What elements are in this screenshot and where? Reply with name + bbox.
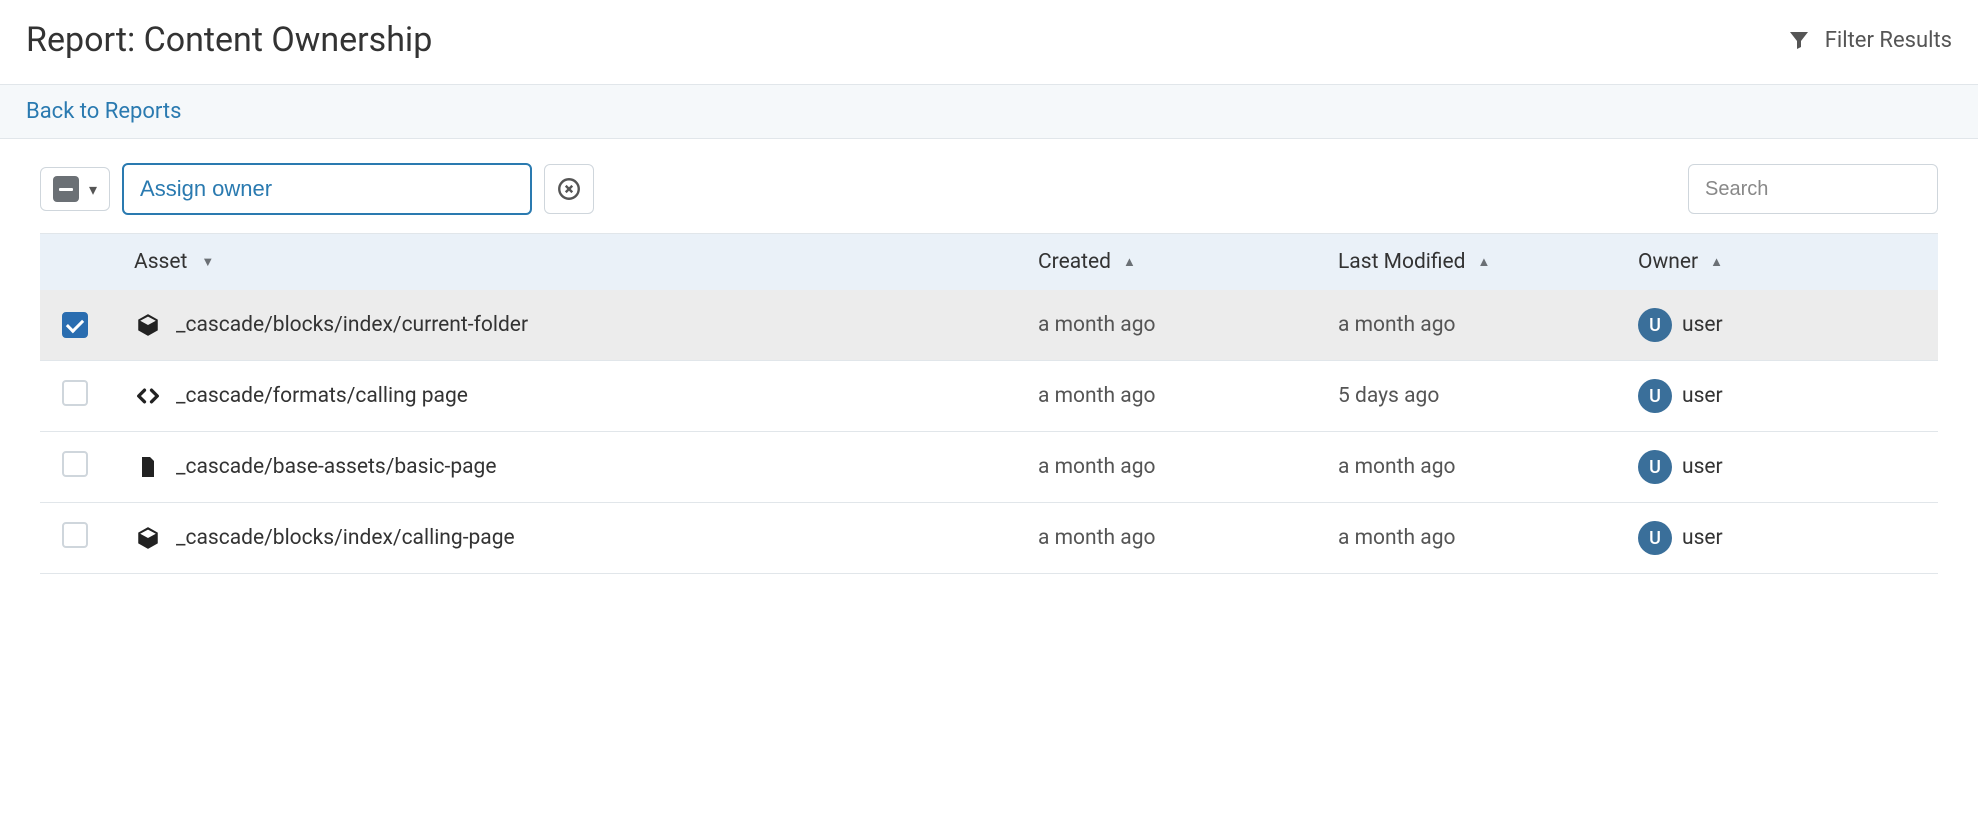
filter-results-button[interactable]: Filter Results: [1787, 28, 1952, 53]
row-checkbox[interactable]: [62, 380, 88, 406]
block-icon: [134, 524, 162, 552]
avatar: U: [1638, 379, 1672, 413]
row-checkbox[interactable]: [62, 312, 88, 338]
column-owner[interactable]: Owner ▲: [1638, 250, 1938, 274]
indeterminate-checkbox-icon: [53, 176, 79, 202]
table-row[interactable]: _cascade/base-assets/basic-page a month a…: [40, 432, 1938, 503]
owner-cell[interactable]: Uuser: [1638, 450, 1938, 484]
created-cell: a month ago: [1038, 313, 1338, 337]
table-row[interactable]: _cascade/blocks/index/current-folder a mo…: [40, 290, 1938, 361]
table-header: Asset ▼ Created ▲ Last Modified ▲ Owner …: [40, 234, 1938, 290]
row-checkbox[interactable]: [62, 451, 88, 477]
content-table: Asset ▼ Created ▲ Last Modified ▲ Owner …: [40, 233, 1938, 574]
owner-name: user: [1682, 313, 1723, 337]
avatar: U: [1638, 521, 1672, 555]
select-all-toggle[interactable]: ▾: [40, 167, 110, 211]
modified-cell: 5 days ago: [1338, 384, 1638, 408]
page-title: Report: Content Ownership: [26, 20, 432, 60]
asset-path[interactable]: _cascade/formats/calling page: [176, 384, 468, 408]
modified-cell: a month ago: [1338, 313, 1638, 337]
page-icon: [134, 453, 162, 481]
assign-owner-input[interactable]: [122, 163, 532, 215]
column-owner-label: Owner: [1638, 250, 1698, 274]
owner-name: user: [1682, 455, 1723, 479]
owner-cell[interactable]: Uuser: [1638, 308, 1938, 342]
modified-cell: a month ago: [1338, 526, 1638, 550]
column-asset[interactable]: Asset ▼: [120, 250, 1038, 274]
avatar: U: [1638, 450, 1672, 484]
breadcrumb: Back to Reports: [0, 84, 1978, 139]
clear-button[interactable]: [544, 164, 594, 214]
sort-asc-icon: ▲: [1710, 254, 1723, 270]
filter-results-label: Filter Results: [1825, 28, 1952, 53]
table-row[interactable]: _cascade/formats/calling page a month ago…: [40, 361, 1938, 432]
column-modified[interactable]: Last Modified ▲: [1338, 250, 1638, 274]
created-cell: a month ago: [1038, 526, 1338, 550]
asset-path[interactable]: _cascade/base-assets/basic-page: [176, 455, 497, 479]
created-cell: a month ago: [1038, 455, 1338, 479]
column-created[interactable]: Created ▲: [1038, 250, 1338, 274]
sort-asc-icon: ▲: [1123, 254, 1136, 270]
avatar: U: [1638, 308, 1672, 342]
sort-desc-icon: ▼: [201, 254, 214, 270]
asset-path[interactable]: _cascade/blocks/index/current-folder: [176, 313, 528, 337]
table-row[interactable]: _cascade/blocks/index/calling-page a mont…: [40, 503, 1938, 574]
asset-path[interactable]: _cascade/blocks/index/calling-page: [176, 526, 515, 550]
column-asset-label: Asset: [134, 250, 187, 274]
owner-cell[interactable]: Uuser: [1638, 379, 1938, 413]
sort-asc-icon: ▲: [1478, 254, 1491, 270]
owner-cell[interactable]: Uuser: [1638, 521, 1938, 555]
owner-name: user: [1682, 384, 1723, 408]
chevron-down-icon: ▾: [89, 180, 97, 199]
block-icon: [134, 311, 162, 339]
row-checkbox[interactable]: [62, 522, 88, 548]
column-created-label: Created: [1038, 250, 1111, 274]
search-input[interactable]: [1688, 164, 1938, 214]
column-modified-label: Last Modified: [1338, 250, 1466, 274]
close-circle-icon: [556, 176, 582, 202]
modified-cell: a month ago: [1338, 455, 1638, 479]
back-to-reports-link[interactable]: Back to Reports: [26, 99, 181, 124]
code-icon: [134, 382, 162, 410]
created-cell: a month ago: [1038, 384, 1338, 408]
filter-icon: [1787, 28, 1811, 52]
owner-name: user: [1682, 526, 1723, 550]
